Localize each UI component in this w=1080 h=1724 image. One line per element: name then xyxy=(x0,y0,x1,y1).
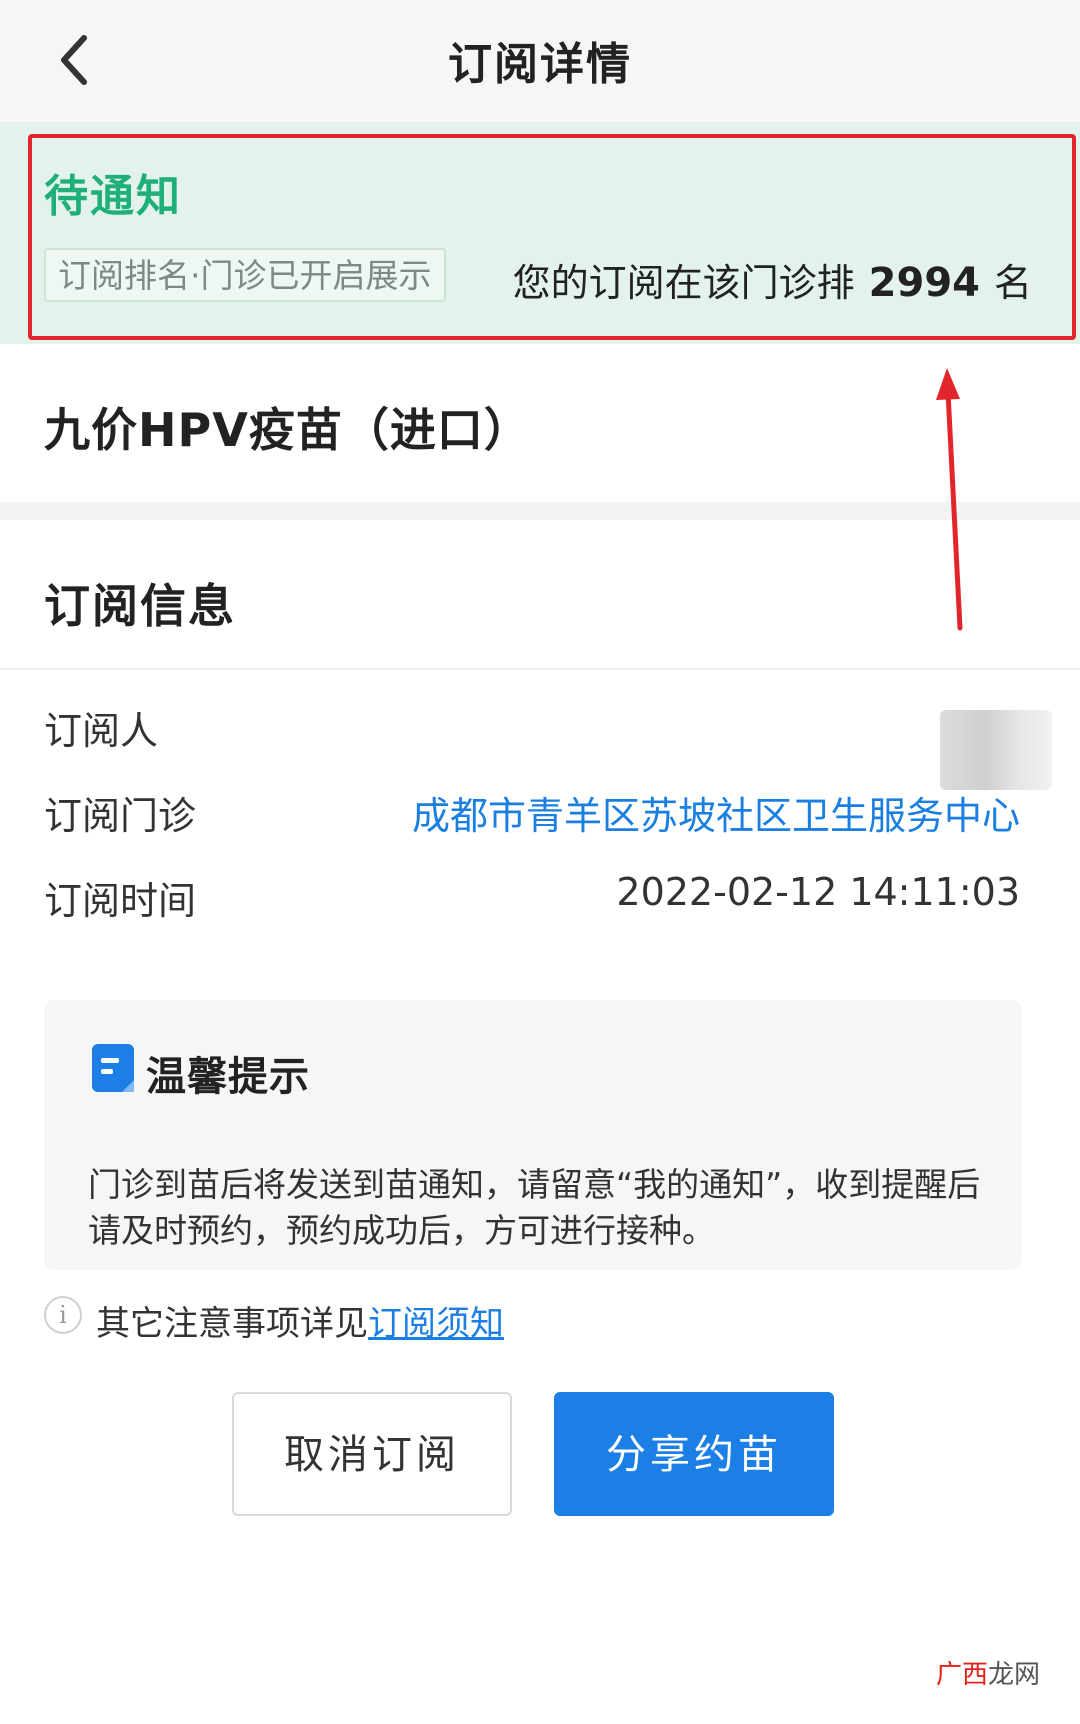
clinic-link[interactable]: 成都市青羊区苏坡社区卫生服务中心 xyxy=(412,785,1020,840)
clinic-label: 订阅门诊 xyxy=(44,794,197,838)
watermark-logo: 广西龙网 xyxy=(936,1654,1040,1691)
rank-text: 您的订阅在该门诊排 2994 名 xyxy=(513,252,1032,307)
info-icon: i xyxy=(44,1296,82,1334)
subscription-info-title: 订阅信息 xyxy=(44,579,236,633)
share-appointment-button[interactable]: 分享约苗 xyxy=(554,1392,834,1516)
annotation-highlight-box xyxy=(28,134,1076,340)
rank-visibility-tag: 订阅排名·门诊已开启展示 xyxy=(44,248,446,302)
subscription-terms-link[interactable]: 订阅须知 xyxy=(368,1304,504,1344)
rank-number: 2994 xyxy=(868,260,980,306)
header-bar: 订阅详情 xyxy=(0,0,1080,122)
cancel-subscription-button[interactable]: 取消订阅 xyxy=(232,1392,512,1516)
page-title: 订阅详情 xyxy=(448,39,632,90)
notice-label: 其它注意事项详见 xyxy=(96,1304,368,1344)
subscribe-time-label: 订阅时间 xyxy=(44,879,197,923)
note-icon xyxy=(92,1044,134,1092)
subscriber-label: 订阅人 xyxy=(44,709,159,753)
tips-title: 温馨提示 xyxy=(146,1054,310,1100)
watermark-rest: 龙网 xyxy=(988,1660,1041,1690)
watermark-accent: 广西 xyxy=(936,1660,989,1690)
status-title: 待通知 xyxy=(44,171,182,222)
subscriber-name-blurred xyxy=(940,710,1052,790)
rank-prefix: 您的订阅在该门诊排 xyxy=(512,261,855,305)
vaccine-name: 九价HPV疫苗（进口） xyxy=(44,403,531,457)
tips-body: 门诊到苗后将发送到苗通知，请留意“我的通知”，收到提醒后请及时预约，预约成功后，… xyxy=(88,1165,981,1250)
section-divider xyxy=(0,502,1080,520)
subscribe-time-value: 2022-02-12 14:11:03 xyxy=(616,870,1020,914)
rank-suffix: 名 xyxy=(993,261,1032,305)
divider-line xyxy=(0,668,1080,670)
notice-text: 其它注意事项详见订阅须知 xyxy=(96,1296,504,1345)
